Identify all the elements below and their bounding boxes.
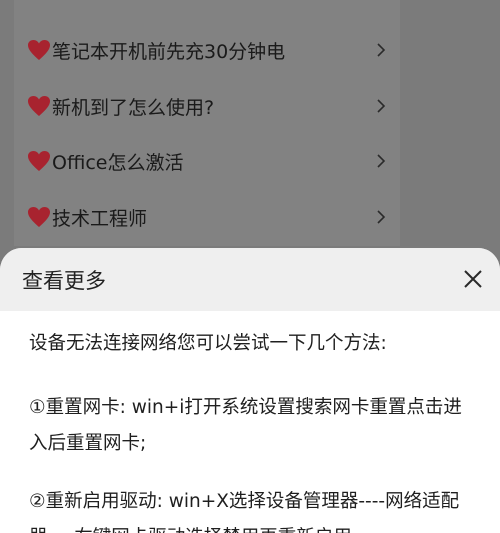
chevron-right-icon bbox=[376, 210, 386, 224]
close-icon[interactable] bbox=[458, 264, 488, 294]
chevron-right-icon bbox=[376, 43, 386, 57]
faq-item-label: 新机到了怎么使用? bbox=[52, 96, 215, 119]
faq-item-label: Office怎么激活 bbox=[52, 151, 184, 174]
faq-item[interactable]: 技术工程师 bbox=[14, 189, 400, 245]
content-paragraph: ①重置网卡: win+i打开系统设置搜索网卡重置点击进入后重置网卡; bbox=[29, 397, 462, 454]
heart-icon bbox=[27, 39, 51, 61]
bottom-sheet: 查看更多 设备无法连接网络您可以尝试一下几个方法: ①重置网卡: win+i打开… bbox=[0, 248, 500, 533]
faq-item-label: 笔记本开机前先充30分钟电 bbox=[52, 40, 286, 63]
faq-item[interactable]: Office怎么激活 bbox=[14, 133, 400, 189]
faq-item[interactable]: 新机到了怎么使用? bbox=[14, 78, 400, 134]
sheet-header: 查看更多 bbox=[0, 248, 500, 311]
heart-icon bbox=[27, 206, 51, 228]
faq-item[interactable]: 笔记本开机前先充30分钟电 bbox=[14, 22, 400, 78]
sheet-title: 查看更多 bbox=[22, 269, 106, 293]
content-paragraph: ②重新启用驱动: win+X选择设备管理器----网络适配器----右键网卡驱动… bbox=[29, 491, 460, 533]
heart-icon bbox=[27, 150, 51, 172]
chevron-right-icon bbox=[376, 154, 386, 168]
faq-list: 笔记本开机前先充30分钟电 新机到了怎么使用? Office怎么激活 技术工程师 bbox=[14, 0, 400, 246]
chevron-right-icon bbox=[376, 99, 386, 113]
content-paragraph: 设备无法连接网络您可以尝试一下几个方法: bbox=[29, 333, 387, 354]
heart-icon bbox=[27, 95, 51, 117]
faq-item-label: 技术工程师 bbox=[52, 207, 148, 230]
